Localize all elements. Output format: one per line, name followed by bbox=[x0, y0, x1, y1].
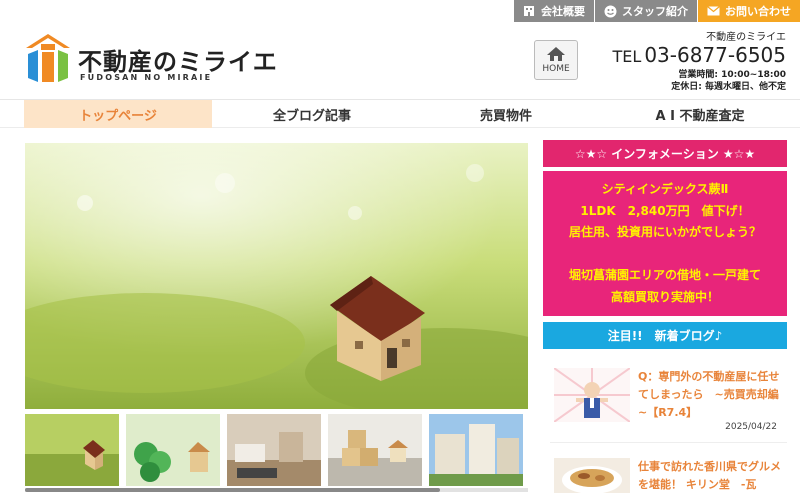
info-line-4 bbox=[543, 244, 787, 266]
thumbnail-3[interactable] bbox=[227, 414, 321, 486]
home-icon bbox=[547, 47, 565, 61]
nav-top-page[interactable]: トップページ bbox=[24, 100, 212, 128]
company-overview-link[interactable]: 会社概要 bbox=[513, 0, 594, 22]
logo-text-en: FUDOSAN NO MIRAIE bbox=[80, 73, 213, 82]
hero-slider-image[interactable] bbox=[25, 143, 528, 409]
thumbnail-4[interactable] bbox=[328, 414, 422, 486]
utility-bar: 会社概要 スタッフ紹介 お問い合わせ bbox=[0, 0, 800, 22]
new-blog-heading: 注目!! 新着ブログ♪ bbox=[543, 322, 787, 349]
thumbnail-1[interactable] bbox=[25, 414, 119, 486]
info-line-3: 居住用、投資用にいかがでしょう？ bbox=[568, 225, 761, 239]
closed-days: 定休日: 毎週水曜日、他不定 bbox=[671, 82, 786, 92]
site-header: 不動産のミライエ FUDOSAN NO MIRAIE HOME 不動産のミライエ… bbox=[0, 22, 800, 100]
thumbnail-scrollbar[interactable] bbox=[25, 488, 528, 492]
tel-label: TEL bbox=[612, 47, 642, 66]
info-line-5: 堀切菖蒲園エリアの借地・一戸建て bbox=[568, 268, 761, 282]
nav-properties[interactable]: 売買物件 bbox=[412, 100, 600, 128]
thumbnail-scrollbar-thumb[interactable] bbox=[25, 488, 440, 492]
information-box[interactable]: シティインデックス蕨Ⅱ 1LDK 2,840万円 値下げ！ 居住用、投資用にいか… bbox=[543, 171, 787, 316]
staff-intro-link[interactable]: スタッフ紹介 bbox=[594, 0, 697, 22]
information-heading: ☆★☆ インフォメーション ★☆★ bbox=[543, 140, 787, 167]
smile-icon bbox=[603, 4, 617, 18]
site-logo[interactable]: 不動産のミライエ FUDOSAN NO MIRAIE bbox=[24, 32, 277, 90]
company-overview-label: 会社概要 bbox=[541, 5, 585, 18]
info-line-1: シティインデックス蕨Ⅱ bbox=[601, 182, 729, 196]
home-button-label: HOME bbox=[542, 64, 570, 74]
blog-post-thumbnail[interactable] bbox=[554, 368, 630, 422]
staff-intro-label: スタッフ紹介 bbox=[622, 5, 688, 18]
info-line-6: 高額買取り実施中！ bbox=[610, 289, 719, 304]
contact-label: お問い合わせ bbox=[725, 5, 791, 18]
business-hours: 営業時間: 10:00~18:00 bbox=[678, 70, 786, 80]
house-on-grass-image bbox=[25, 143, 528, 409]
thumbnail-5[interactable] bbox=[429, 414, 523, 486]
thumbnail-2[interactable] bbox=[126, 414, 220, 486]
nav-ai-appraisal[interactable]: A I 不動産査定 bbox=[606, 100, 794, 128]
home-button[interactable]: HOME bbox=[534, 40, 578, 80]
main-nav: トップページ 全ブログ記事 売買物件 A I 不動産査定 bbox=[0, 100, 800, 128]
blog-post-title[interactable]: 仕事で訪れた香川県でグルメを堪能！ キリン堂 -瓦 bbox=[638, 458, 784, 493]
tel-number: 03-6877-6505 bbox=[644, 43, 786, 67]
contact-block: 不動産のミライエ TEL 03-6877-6505 営業時間: 10:00~18:… bbox=[576, 28, 786, 93]
hero-thumbnails bbox=[25, 414, 528, 486]
phone-number[interactable]: TEL 03-6877-6505 bbox=[576, 43, 786, 69]
building-icon bbox=[522, 4, 536, 18]
blog-post-date: 2025/04/22 bbox=[725, 422, 777, 432]
contact-link[interactable]: お問い合わせ bbox=[697, 0, 800, 22]
mail-icon bbox=[706, 4, 720, 18]
utility-links: 会社概要 スタッフ紹介 お問い合わせ bbox=[513, 0, 800, 22]
logo-text-jp: 不動産のミライエ bbox=[78, 48, 278, 76]
nav-all-blog[interactable]: 全ブログ記事 bbox=[218, 100, 406, 128]
blog-post-title[interactable]: Q：専門外の不動産屋に任せてしまったら ~売買売却編~【R7.4】 bbox=[638, 368, 784, 422]
contact-company-name: 不動産のミライエ bbox=[706, 32, 786, 43]
logo-mark-icon bbox=[26, 34, 70, 82]
info-line-2: 1LDK 2,840万円 値下げ！ bbox=[580, 203, 750, 218]
blog-post[interactable]: Q：専門外の不動産屋に任せてしまったら ~売買売却編~【R7.4】 2025/0… bbox=[550, 368, 787, 443]
blog-post[interactable]: 仕事で訪れた香川県でグルメを堪能！ キリン堂 -瓦 bbox=[550, 458, 787, 493]
blog-post-thumbnail[interactable] bbox=[554, 458, 630, 493]
